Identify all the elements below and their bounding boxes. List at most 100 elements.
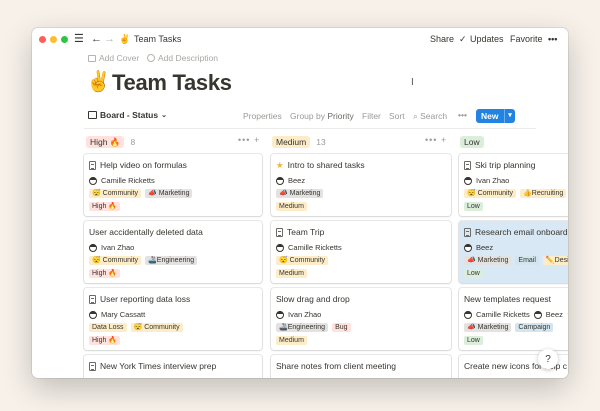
card-title: User accidentally deleted data	[89, 227, 203, 238]
tag: 😴 Community	[89, 256, 142, 265]
column-header-high[interactable]: High 🔥 8	[86, 136, 135, 148]
minimize-window-button[interactable]	[50, 36, 57, 43]
page-title[interactable]: Team Tasks	[112, 70, 232, 96]
share-button[interactable]: Share	[430, 33, 454, 45]
toolbar-more-icon[interactable]: •••	[458, 110, 467, 121]
card-assignee: Mary Cassatt	[89, 310, 145, 320]
group-count-high: 8	[130, 137, 136, 147]
board-card[interactable]: Team Trip Camille Ricketts 😴 Community M…	[271, 221, 451, 283]
card-title: Help video on formulas	[89, 160, 187, 171]
group-count-medium: 13	[316, 137, 326, 147]
add-cover-button[interactable]: Add Cover	[88, 53, 139, 63]
card-assignees: Camille Ricketts Beez	[464, 310, 563, 320]
assignee-name: Mary Cassatt	[101, 310, 146, 319]
card-priority: High 🔥	[89, 269, 121, 278]
toolbar-divider	[84, 128, 536, 129]
column-more-icon[interactable]: •••	[238, 135, 250, 145]
card-assignee: Beez	[464, 243, 493, 253]
group-by-value: Priority	[327, 111, 354, 121]
card-title-text: Help video on formulas	[100, 160, 187, 170]
card-title-text: User accidentally deleted data	[89, 227, 203, 237]
card-priority: Low	[464, 336, 483, 345]
card-priority: Low	[464, 202, 483, 211]
favorite-button[interactable]: Favorite	[510, 33, 543, 45]
column-actions-medium[interactable]: ••• +	[425, 135, 447, 145]
sidebar-menu-icon[interactable]: ☰	[74, 32, 84, 46]
new-button-label: New	[481, 111, 499, 121]
properties-button[interactable]: Properties	[243, 111, 282, 122]
card-tags: 😴 Community 👍Recruiting	[464, 189, 567, 198]
view-selector[interactable]: Board - Status ⌄	[88, 110, 167, 120]
card-priority: Medium	[276, 336, 307, 345]
card-title: Ski trip planning	[464, 160, 535, 171]
card-tags: Data Loss 😴 Community	[89, 323, 183, 332]
maximize-window-button[interactable]	[61, 36, 68, 43]
tag: 🚢Engineering	[145, 256, 198, 265]
assignee-name: Camille Ricketts	[101, 176, 155, 185]
filter-button[interactable]: Filter	[362, 111, 381, 122]
search-button[interactable]: ⌕ Search	[413, 111, 447, 122]
card-title-text: Research email onboard	[475, 227, 568, 237]
forward-arrow-icon[interactable]: →	[104, 32, 115, 46]
board-card[interactable]: Help video on formulas Camille Ricketts …	[84, 154, 262, 216]
breadcrumb-title[interactable]: Team Tasks	[134, 33, 181, 45]
page-emoji-icon[interactable]: ✌️	[86, 70, 111, 94]
board-card[interactable]: ★ Intro to shared tasks Beez 📣 Marketing …	[271, 154, 451, 216]
column-header-low[interactable]: Low	[460, 136, 490, 148]
add-description-button[interactable]: Add Description	[147, 53, 218, 63]
priority-tag: Medium	[276, 336, 307, 345]
column-add-icon[interactable]: +	[254, 135, 260, 145]
board-card[interactable]: Share notes from client meeting	[271, 355, 451, 378]
document-icon	[464, 228, 471, 237]
document-icon	[276, 228, 283, 237]
tag: ✏️Desig	[542, 256, 568, 265]
board-card[interactable]: Slow drag and drop Ivan Zhao 🚢Engineerin…	[271, 288, 451, 350]
breadcrumb-page-icon: ✌	[119, 34, 131, 44]
document-icon	[464, 161, 471, 170]
help-button[interactable]: ?	[538, 349, 558, 369]
assignee-name: Ivan Zhao	[101, 243, 135, 252]
column-more-icon[interactable]: •••	[425, 135, 437, 145]
card-title: User reporting data loss	[89, 294, 190, 305]
avatar	[276, 244, 284, 252]
add-cover-label: Add Cover	[99, 53, 140, 63]
priority-tag: Medium	[276, 202, 307, 211]
more-options-icon[interactable]: •••	[548, 33, 557, 45]
assignee-name: Ivan Zhao	[288, 310, 322, 319]
avatar	[464, 177, 472, 185]
card-title: Team Trip	[276, 227, 324, 238]
tag: 👍Recruiting	[520, 189, 567, 198]
back-arrow-icon[interactable]: ←	[91, 32, 102, 46]
new-button[interactable]: New ▾	[476, 109, 515, 123]
group-label-medium: Medium	[272, 136, 311, 148]
group-by-button[interactable]: Group by Priority	[290, 111, 354, 122]
assignee-name: Beez	[545, 310, 563, 319]
card-title-text: New templates request	[464, 294, 551, 304]
board-card[interactable]: Research email onboard Beez 📣 Marketing …	[459, 221, 568, 283]
avatar	[89, 177, 97, 185]
card-title: Slow drag and drop	[276, 294, 350, 305]
card-assignee: Camille Ricketts	[89, 176, 155, 186]
priority-tag: High 🔥	[89, 336, 121, 345]
board-card[interactable]: User accidentally deleted data Ivan Zhao…	[84, 221, 262, 283]
assignee-name: Beez	[476, 243, 494, 252]
card-tags: 📣 Marketing	[276, 189, 324, 198]
check-icon: ✓	[459, 34, 467, 44]
board-card[interactable]: Ski trip planning Ivan Zhao 😴 Community …	[459, 154, 568, 216]
board-card[interactable]: New templates request Camille Ricketts B…	[459, 288, 568, 350]
board-card[interactable]: User reporting data loss Mary Cassatt Da…	[84, 288, 262, 350]
column-header-medium[interactable]: Medium 13	[272, 136, 326, 148]
column-add-icon[interactable]: +	[441, 135, 447, 145]
close-window-button[interactable]	[39, 36, 46, 43]
card-assignee: Ivan Zhao	[89, 243, 134, 253]
app-window: ☰ ← → ✌ Team Tasks Share ✓ Updates Favor…	[32, 28, 568, 378]
sort-button[interactable]: Sort	[389, 111, 405, 122]
updates-button[interactable]: Updates	[470, 33, 504, 45]
board-card[interactable]: New York Times interview prep	[84, 355, 262, 378]
new-dropdown-chevron-icon[interactable]: ▾	[504, 109, 515, 123]
card-priority: Medium	[276, 269, 307, 278]
card-tags: 😴 Community 📣 Marketing	[89, 189, 193, 198]
column-actions-high[interactable]: ••• +	[238, 135, 260, 145]
view-label: Board - Status	[100, 110, 159, 120]
card-title: New York Times interview prep	[89, 361, 216, 372]
